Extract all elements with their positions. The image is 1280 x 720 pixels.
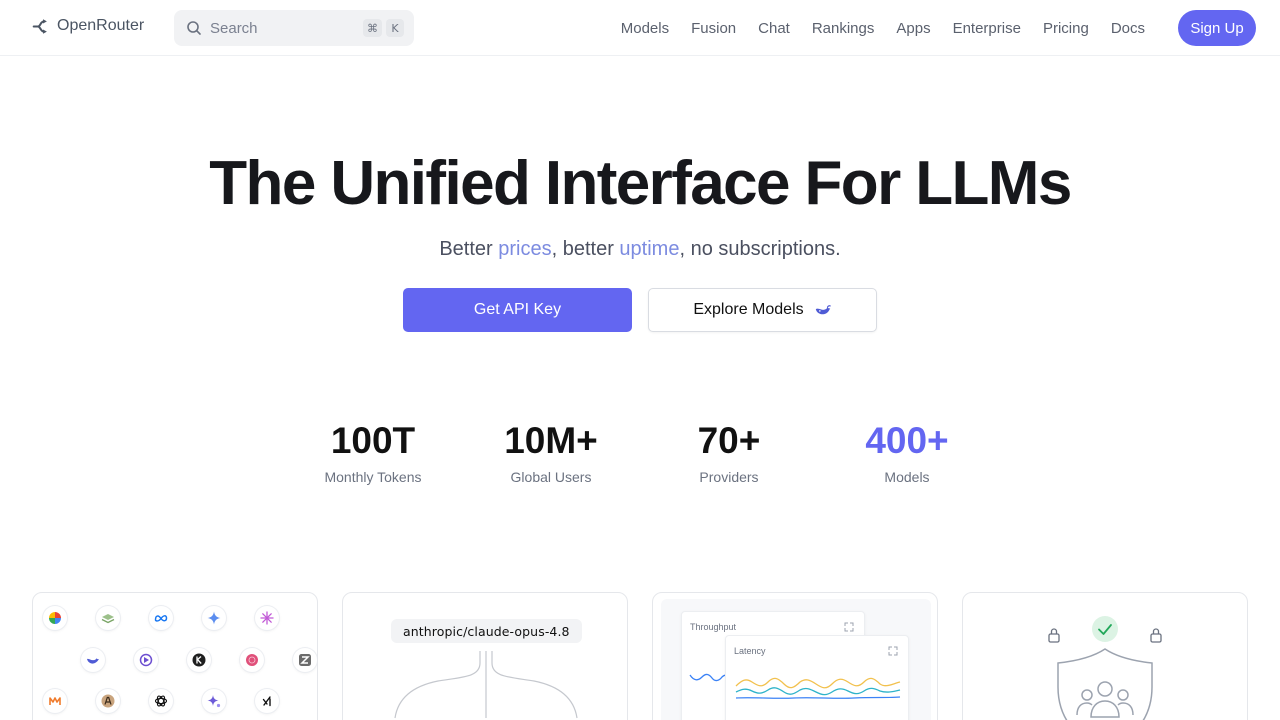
hero-subtitle: Better prices, better uptime, no subscri… [0,238,1280,261]
subtitle-text-3: , no subscriptions. [679,238,841,260]
anthropic-provider-icon [96,689,120,713]
mistral-provider-icon [134,648,158,672]
stat-providers: 70+ Providers [640,420,818,485]
stat-label: Providers [699,469,759,485]
nav-link-enterprise[interactable]: Enterprise [953,20,1021,37]
shortcut-key: K [386,19,404,37]
security-card[interactable] [962,592,1248,720]
stack-provider-icon [96,606,120,630]
logo-text: OpenRouter [57,17,145,34]
check-icon [1092,616,1118,642]
expand-icon[interactable] [844,622,854,632]
latency-panel: Latency [725,635,909,720]
stat-value: 100T [330,420,416,461]
gemini-provider-icon [202,606,226,630]
sign-up-button[interactable]: Sign Up [1178,10,1256,46]
deepseek-provider-icon [81,648,105,672]
nav-link-rankings[interactable]: Rankings [812,20,875,37]
minimax-provider-icon [43,689,67,713]
routing-card[interactable]: anthropic/claude-opus-4.8 [342,592,628,720]
stat-global-users: 10M+ Global Users [462,420,640,485]
perplexity-provider-icon [255,606,279,630]
stats-row: 100T Monthly Tokens 10M+ Global Users 70… [284,420,996,485]
nav-links: Models Fusion Chat Rankings Apps Enterpr… [621,0,1145,56]
subtitle-text-1: Better [439,238,499,260]
stat-label: Models [884,469,930,485]
meta-provider-icon [149,606,173,630]
stat-label: Global Users [510,469,592,485]
explore-models-label: Explore Models [693,301,804,318]
prices-link[interactable]: prices [498,238,551,260]
stat-value: 10M+ [504,420,598,461]
expand-icon[interactable] [888,646,898,656]
explore-models-button[interactable]: Explore Models [648,288,877,332]
performance-card[interactable]: Throughput Latency [652,592,938,720]
stat-models[interactable]: 400+ Models [818,420,996,485]
top-nav: OpenRouter Search ⌘ K Models Fusion Chat… [0,0,1280,56]
openrouter-logo-icon [32,18,47,34]
zai-provider-icon [293,648,317,672]
nav-link-pricing[interactable]: Pricing [1043,20,1089,37]
search-input[interactable]: Search ⌘ K [174,10,414,46]
latency-lines [735,677,901,699]
pink-provider-icon [240,648,264,672]
search-icon [187,21,201,35]
logo[interactable]: OpenRouter [32,17,144,35]
shield-users-icon [1057,648,1153,720]
nav-link-fusion[interactable]: Fusion [691,20,736,37]
routing-lines-graphic [394,651,578,719]
stat-value: 400+ [865,420,949,461]
stat-label: Monthly Tokens [324,469,422,485]
get-api-key-button[interactable]: Get API Key [403,288,632,332]
nav-link-apps[interactable]: Apps [896,20,930,37]
nav-link-chat[interactable]: Chat [758,20,790,37]
providers-card[interactable] [32,592,318,720]
sparkle-provider-icon [202,689,226,713]
lock-icon [1048,628,1060,643]
stat-value: 70+ [697,420,761,461]
hero-title: The Unified Interface For LLMs [209,149,1072,218]
google-provider-icon [43,606,67,630]
search-placeholder: Search [210,19,258,37]
lock-icon [1150,628,1162,643]
nav-link-models[interactable]: Models [621,20,669,37]
whale-icon [815,305,831,315]
latency-label: Latency [734,646,766,656]
xai-provider-icon [255,689,279,713]
nav-link-docs[interactable]: Docs [1111,20,1145,37]
shortcut-mod-key: ⌘ [363,19,382,37]
openai-provider-icon [149,689,173,713]
stat-monthly-tokens: 100T Monthly Tokens [284,420,462,485]
throughput-label: Throughput [690,622,737,632]
kimi-provider-icon [187,648,211,672]
subtitle-text-2: , better [551,238,620,260]
uptime-link[interactable]: uptime [619,238,679,260]
